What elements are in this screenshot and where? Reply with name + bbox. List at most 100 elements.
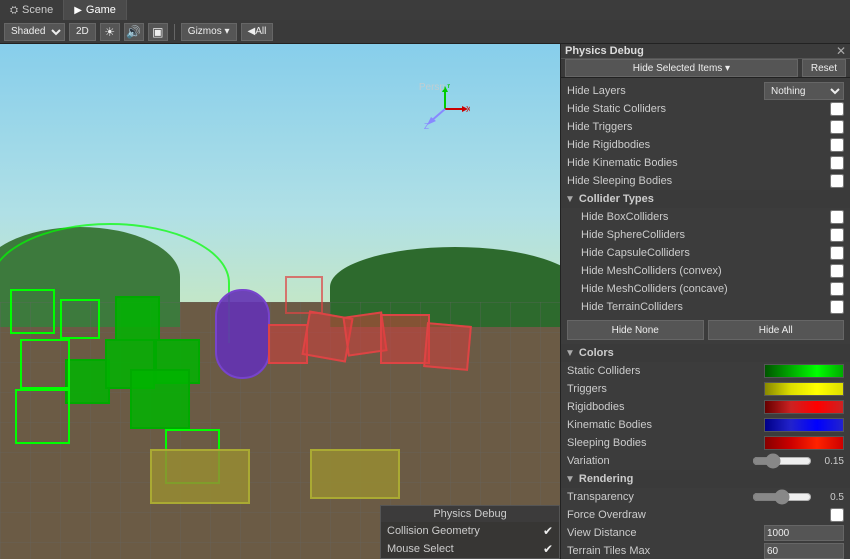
red-box-1 — [268, 324, 308, 364]
svg-text:Y: Y — [446, 84, 452, 90]
collision-geometry-label: Collision Geometry — [387, 525, 480, 537]
mouse-select-label: Mouse Select — [387, 543, 454, 555]
collider-types-section[interactable]: ▼ Collider Types — [561, 190, 850, 208]
collision-geometry-check[interactable]: ✔ — [543, 524, 553, 538]
panel-content: Hide Layers Nothing Hide Static Collider… — [561, 78, 850, 559]
hide-mesh-convex-checkbox[interactable] — [830, 264, 844, 278]
hide-mesh-concave-label: Hide MeshColliders (concave) — [581, 283, 830, 295]
purple-capsule — [215, 289, 270, 379]
terrain-tiles-row: Terrain Tiles Max — [561, 542, 850, 559]
mouse-select-check[interactable]: ✔ — [543, 542, 553, 556]
hide-box-label: Hide BoxColliders — [581, 211, 830, 223]
hide-all-btn[interactable]: Hide All — [708, 320, 845, 340]
hide-triggers-label: Hide Triggers — [567, 121, 830, 133]
rigidbodies-color-label: Rigidbodies — [567, 401, 764, 413]
panel-header: Physics Debug ✕ — [561, 44, 850, 59]
hide-mesh-convex-label: Hide MeshColliders (convex) — [581, 265, 830, 277]
red-box-4 — [380, 314, 430, 364]
variation-slider-container: 0.15 — [706, 455, 845, 467]
main-layout: Y X Z Persp Physics Debug Collision Geom… — [0, 44, 850, 559]
hide-terrain-checkbox[interactable] — [830, 300, 844, 314]
hide-kinematic-label: Hide Kinematic Bodies — [567, 157, 830, 169]
hide-sphere-checkbox[interactable] — [830, 228, 844, 242]
kinematic-color-row: Kinematic Bodies — [561, 416, 850, 434]
hide-sleeping-checkbox[interactable] — [830, 174, 844, 188]
gizmos-btn[interactable]: Gizmos ▾ — [181, 23, 237, 41]
green-cube-wire-2 — [10, 289, 55, 334]
2d-button[interactable]: 2D — [69, 23, 96, 41]
hide-box-checkbox[interactable] — [830, 210, 844, 224]
static-color-swatch[interactable] — [764, 364, 844, 378]
colors-section[interactable]: ▼ Colors — [561, 344, 850, 362]
hide-rigidbodies-row: Hide Rigidbodies — [561, 136, 850, 154]
physics-debug-panel: Physics Debug ✕ Hide Selected Items ▾ Re… — [560, 44, 850, 559]
tab-game[interactable]: ▶ Game — [64, 0, 127, 20]
hide-capsule-checkbox[interactable] — [830, 246, 844, 260]
hide-box-row: Hide BoxColliders — [561, 208, 850, 226]
hide-selected-btn[interactable]: Hide Selected Items ▾ — [565, 59, 798, 77]
triggers-color-row: Triggers — [561, 380, 850, 398]
hide-mesh-concave-checkbox[interactable] — [830, 282, 844, 296]
hide-static-checkbox[interactable] — [830, 102, 844, 116]
olive-box-1 — [150, 449, 250, 504]
main-toolbar: Shaded 2D ☀ 🔊 ▣ Gizmos ▾ ◀All — [0, 20, 850, 44]
hide-rigidbodies-checkbox[interactable] — [830, 138, 844, 152]
hide-terrain-label: Hide TerrainColliders — [581, 301, 830, 313]
view-distance-label: View Distance — [567, 527, 764, 539]
force-overdraw-checkbox[interactable] — [830, 508, 844, 522]
tab-scene[interactable]: ⛭ Scene — [0, 0, 64, 20]
shading-select[interactable]: Shaded — [4, 23, 65, 41]
triggers-color-label: Triggers — [567, 383, 764, 395]
hide-mesh-convex-row: Hide MeshColliders (convex) — [561, 262, 850, 280]
transparency-row: Transparency 0.5 — [561, 488, 850, 506]
variation-value: 0.15 — [816, 456, 844, 467]
colors-title: Colors — [579, 347, 614, 359]
perspective-label: Persp — [419, 82, 445, 93]
view-distance-row: View Distance — [561, 524, 850, 542]
svg-text:Z: Z — [424, 122, 429, 131]
green-cube-wire-1 — [20, 339, 70, 389]
green-cube-wire-4 — [15, 389, 70, 444]
green-cube-1 — [65, 359, 110, 404]
static-color-row: Static Colliders — [561, 362, 850, 380]
display-icon-btn[interactable]: ▣ — [148, 23, 168, 41]
hide-static-row: Hide Static Colliders — [561, 100, 850, 118]
red-box-wire-1 — [285, 276, 323, 314]
transparency-slider-container: 0.5 — [706, 491, 845, 503]
hide-triggers-checkbox[interactable] — [830, 120, 844, 134]
all-btn[interactable]: ◀All — [241, 23, 274, 41]
sleeping-color-swatch[interactable] — [764, 436, 844, 450]
panel-title: Physics Debug — [565, 45, 644, 57]
rendering-arrow: ▼ — [565, 474, 575, 485]
sun-icon-btn[interactable]: ☀ — [100, 23, 120, 41]
mouse-select-row: Mouse Select ✔ — [381, 540, 559, 558]
green-cube-4 — [115, 296, 160, 341]
rigidbodies-color-row: Rigidbodies — [561, 398, 850, 416]
rendering-title: Rendering — [579, 473, 633, 485]
hide-capsule-label: Hide CapsuleColliders — [581, 247, 830, 259]
reset-btn[interactable]: Reset — [802, 59, 846, 77]
hide-rigidbodies-label: Hide Rigidbodies — [567, 139, 830, 151]
hide-kinematic-checkbox[interactable] — [830, 156, 844, 170]
triggers-color-swatch[interactable] — [764, 382, 844, 396]
hide-none-btn[interactable]: Hide None — [567, 320, 704, 340]
scene-viewport[interactable]: Y X Z Persp Physics Debug Collision Geom… — [0, 44, 560, 559]
terrain-tiles-input[interactable] — [764, 543, 844, 559]
hide-terrain-row: Hide TerrainColliders — [561, 298, 850, 316]
hide-sphere-row: Hide SphereColliders — [561, 226, 850, 244]
panel-close-button[interactable]: ✕ — [836, 44, 846, 58]
hide-layers-select[interactable]: Nothing — [764, 82, 844, 100]
hide-static-label: Hide Static Colliders — [567, 103, 830, 115]
variation-label: Variation — [567, 455, 706, 467]
rendering-section[interactable]: ▼ Rendering — [561, 470, 850, 488]
rigidbodies-color-swatch[interactable] — [764, 400, 844, 414]
kinematic-color-swatch[interactable] — [764, 418, 844, 432]
force-overdraw-row: Force Overdraw — [561, 506, 850, 524]
hide-layers-row: Hide Layers Nothing — [561, 82, 850, 100]
audio-icon-btn[interactable]: 🔊 — [124, 23, 144, 41]
green-cube-5 — [130, 369, 190, 429]
variation-slider[interactable] — [752, 455, 812, 467]
physics-debug-overlay: Physics Debug Collision Geometry ✔ Mouse… — [380, 505, 560, 559]
view-distance-input[interactable] — [764, 525, 844, 541]
transparency-slider[interactable] — [752, 491, 812, 503]
